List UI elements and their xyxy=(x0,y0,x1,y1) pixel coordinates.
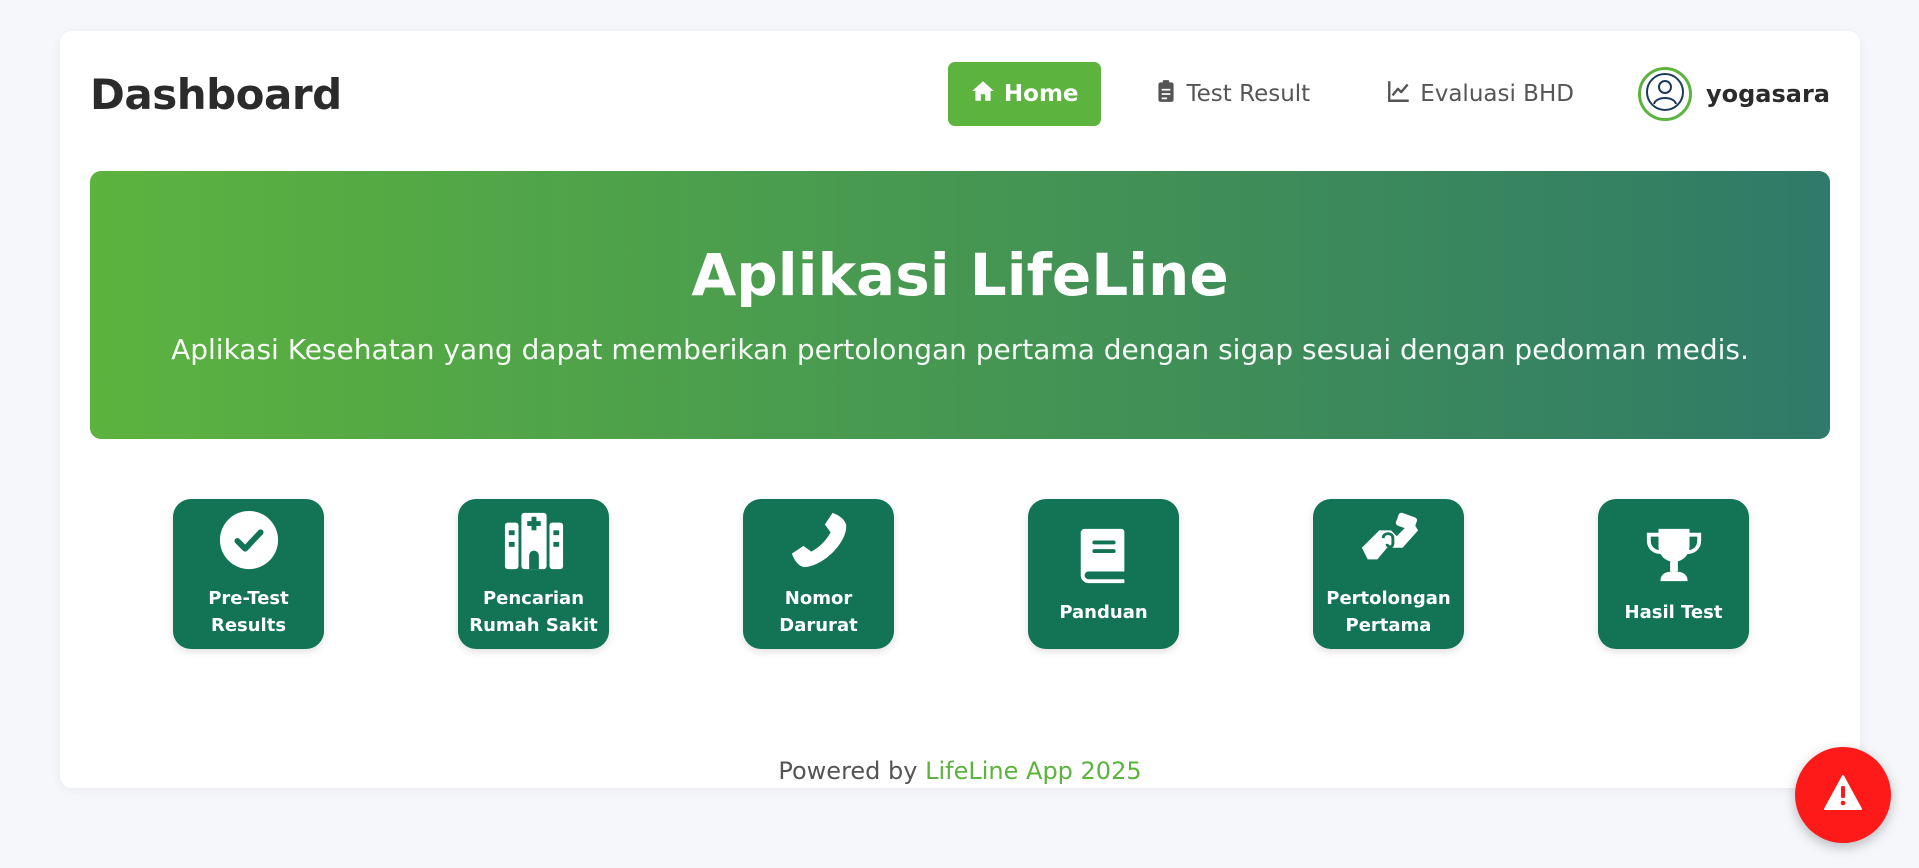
footer-link[interactable]: LifeLine App 2025 xyxy=(925,757,1142,785)
username: yogasara xyxy=(1705,80,1830,108)
hospital-icon xyxy=(503,509,565,585)
tile-label: Hasil Test xyxy=(1624,601,1723,623)
check-circle-icon xyxy=(218,509,280,585)
dashboard-card: Dashboard Home Test Result Evaluasi BHD xyxy=(60,31,1860,788)
phone-icon xyxy=(788,509,850,585)
nav-test-result-label: Test Result xyxy=(1186,81,1311,107)
hero-title: Aplikasi LifeLine xyxy=(691,241,1229,309)
tile-pre-test-results[interactable]: Pre-Test Results xyxy=(173,499,324,649)
tile-label: Pre-Test Results xyxy=(208,588,289,636)
user-menu[interactable]: yogasara xyxy=(1637,67,1830,121)
trophy-icon xyxy=(1643,523,1705,599)
user-circle-icon xyxy=(1645,72,1685,116)
hero-banner: Aplikasi LifeLine Aplikasi Kesehatan yan… xyxy=(90,171,1830,439)
avatar xyxy=(1637,67,1692,121)
tile-label: Pencarian Rumah Sakit xyxy=(469,588,598,636)
main-nav: Home Test Result Evaluasi BHD yogasara xyxy=(947,62,1830,126)
tile-label: Nomor Darurat xyxy=(779,588,858,636)
helping-hands-icon xyxy=(1358,509,1420,585)
nav-home-label: Home xyxy=(1003,81,1079,107)
tile-pencarian-rumah-sakit[interactable]: Pencarian Rumah Sakit xyxy=(458,499,609,649)
line-chart-icon xyxy=(1386,78,1412,110)
nav-home-button[interactable]: Home xyxy=(947,62,1101,126)
tile-label: Panduan xyxy=(1059,601,1148,623)
clipboard-icon xyxy=(1153,78,1179,110)
footer: Powered by LifeLine App 2025 xyxy=(60,757,1860,785)
home-icon xyxy=(970,78,996,110)
book-icon xyxy=(1073,523,1135,599)
tile-label: Pertolongan Pertama xyxy=(1326,588,1451,636)
tile-nomor-darurat[interactable]: Nomor Darurat xyxy=(743,499,894,649)
nav-evaluasi-label: Evaluasi BHD xyxy=(1420,81,1574,107)
nav-test-result-button[interactable]: Test Result xyxy=(1129,62,1335,126)
top-bar: Dashboard Home Test Result Evaluasi BHD xyxy=(90,61,1830,127)
page-title: Dashboard xyxy=(90,69,342,119)
hero-subtitle: Aplikasi Kesehatan yang dapat memberikan… xyxy=(171,333,1749,366)
warning-icon xyxy=(1823,773,1863,817)
tile-panduan[interactable]: Panduan xyxy=(1028,499,1179,649)
footer-prefix: Powered by xyxy=(778,757,918,785)
tile-pertolongan-pertama[interactable]: Pertolongan Pertama xyxy=(1313,499,1464,649)
nav-evaluasi-button[interactable]: Evaluasi BHD xyxy=(1362,62,1598,126)
tile-hasil-test[interactable]: Hasil Test xyxy=(1598,499,1749,649)
emergency-alert-button[interactable] xyxy=(1795,747,1891,843)
feature-tiles: Pre-Test Results Pencarian Rumah Sakit N… xyxy=(60,499,1860,649)
